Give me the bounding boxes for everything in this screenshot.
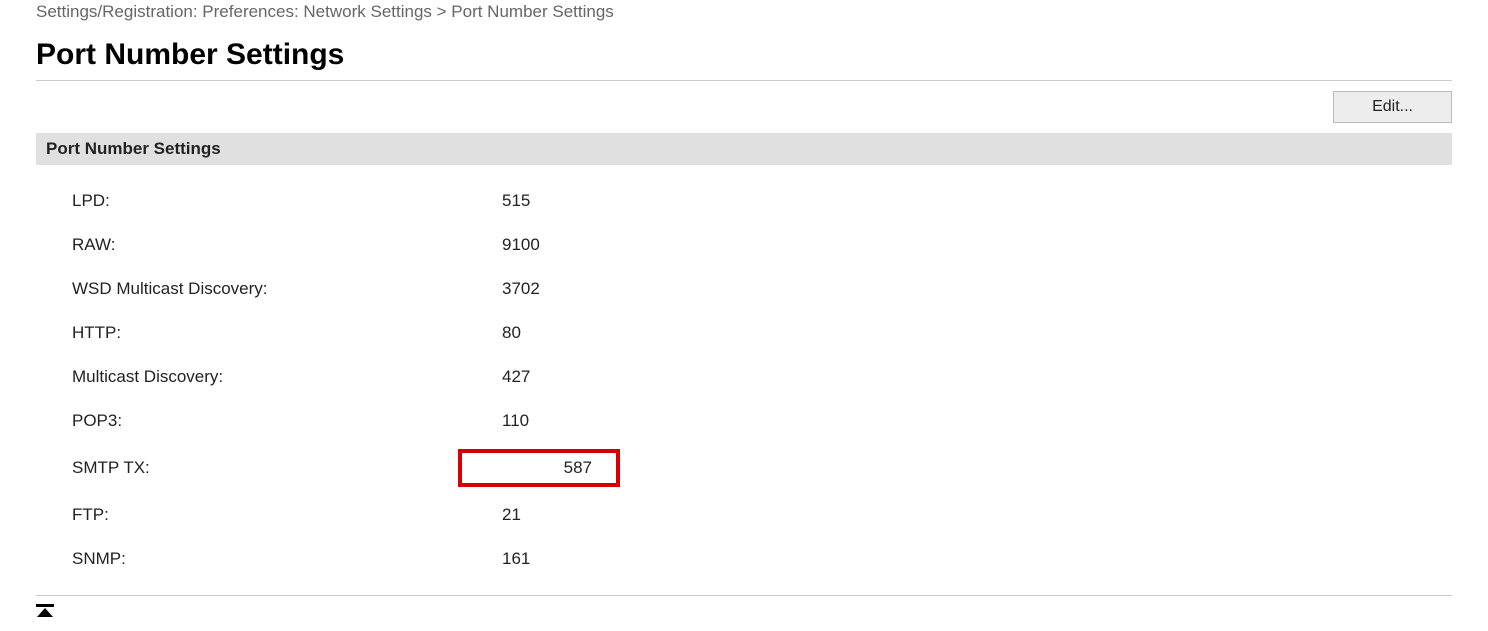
setting-label: RAW: xyxy=(36,235,496,255)
setting-label: WSD Multicast Discovery: xyxy=(36,279,496,299)
breadcrumb: Settings/Registration: Preferences: Netw… xyxy=(36,0,1452,26)
setting-value: 3702 xyxy=(496,277,596,301)
setting-row: WSD Multicast Discovery: 3702 xyxy=(36,267,1452,311)
setting-value: 21 xyxy=(496,503,596,527)
setting-label: SMTP TX: xyxy=(36,458,496,478)
setting-value: 9100 xyxy=(496,233,596,257)
setting-label: Multicast Discovery: xyxy=(36,367,496,387)
setting-row: FTP: 21 xyxy=(36,493,1452,537)
setting-value-text: 161 xyxy=(502,549,530,568)
setting-row: SNMP: 161 xyxy=(36,537,1452,581)
setting-value-text: 587 xyxy=(564,458,592,477)
highlight-box: 587 xyxy=(458,449,620,487)
setting-row: Multicast Discovery: 427 xyxy=(36,355,1452,399)
setting-label: FTP: xyxy=(36,505,496,525)
setting-row: POP3: 110 xyxy=(36,399,1452,443)
setting-value-text: 515 xyxy=(502,191,530,210)
setting-label: HTTP: xyxy=(36,323,496,343)
setting-value-text: 110 xyxy=(502,411,529,430)
setting-label: POP3: xyxy=(36,411,496,431)
setting-label: LPD: xyxy=(36,191,496,211)
setting-value: 515 xyxy=(496,189,596,213)
setting-value-text: 21 xyxy=(502,505,521,524)
setting-value-text: 80 xyxy=(502,323,521,342)
setting-value: 587 xyxy=(496,447,596,489)
setting-row: LPD: 515 xyxy=(36,179,1452,223)
scroll-to-top-icon[interactable] xyxy=(36,604,54,618)
setting-value-text: 3702 xyxy=(502,279,540,298)
setting-value: 110 xyxy=(496,409,596,433)
setting-row: RAW: 9100 xyxy=(36,223,1452,267)
setting-row: SMTP TX: 587 xyxy=(36,443,1452,493)
setting-value: 80 xyxy=(496,321,596,345)
footer xyxy=(36,595,1452,631)
page-title: Port Number Settings xyxy=(36,38,1452,72)
edit-button[interactable]: Edit... xyxy=(1333,91,1452,123)
setting-value-text: 9100 xyxy=(502,235,540,254)
settings-list: LPD: 515 RAW: 9100 WSD Multicast Discovery: 3… xyxy=(36,165,1452,591)
setting-label: SNMP: xyxy=(36,549,496,569)
setting-value: 427 xyxy=(496,365,596,389)
setting-value-text: 427 xyxy=(502,367,530,386)
setting-row: HTTP: 80 xyxy=(36,311,1452,355)
section-header: Port Number Settings xyxy=(36,133,1452,165)
setting-value: 161 xyxy=(496,547,596,571)
